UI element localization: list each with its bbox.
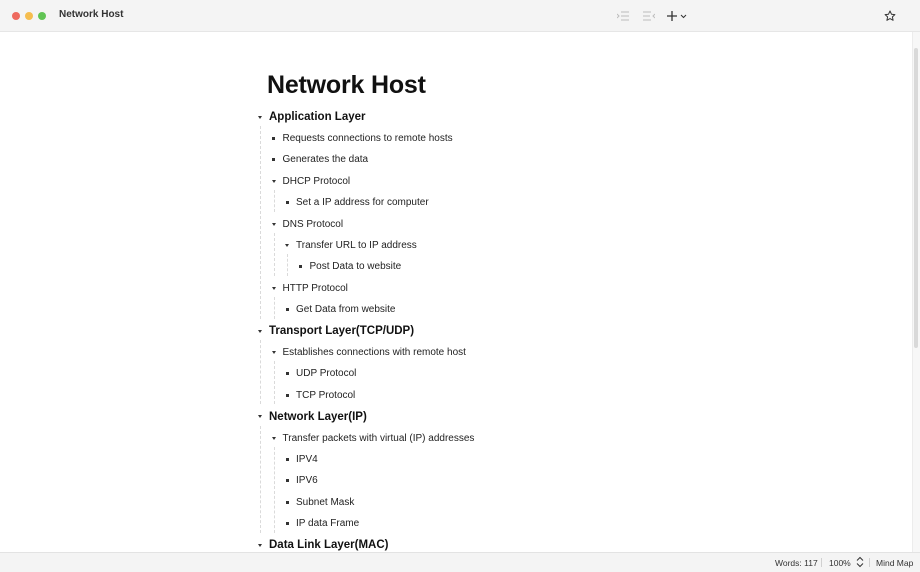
outline-item[interactable]: Transfer packets with virtual (IP) addre… [269,429,475,447]
scrollbar-thumb[interactable] [914,48,918,348]
window-title: Network Host [59,9,124,20]
outline-item-text[interactable]: Set a IP address for computer [296,197,429,208]
outline-item-text[interactable]: HTTP Protocol [283,283,348,294]
bullet-icon [282,198,292,208]
zoom-stepper-icon[interactable] [856,556,864,570]
outline-item[interactable]: HTTP Protocol [269,279,348,297]
indent-guide [273,233,275,276]
outline-item-text[interactable]: IPV4 [296,454,318,465]
indent-guide [260,340,261,405]
collapse-toggle-icon[interactable] [269,433,279,443]
maximize-window-button[interactable] [38,12,46,20]
outline-item[interactable]: TCP Protocol [282,386,355,404]
outline-item-text[interactable]: Establishes connections with remote host [283,347,466,358]
outline-item-text[interactable]: Application Layer [269,111,366,123]
status-bar: Words: 117 100% Mind Map [0,552,920,572]
outline-item[interactable]: Generates the data [269,151,369,169]
indent-icon[interactable] [615,8,631,24]
outline-item[interactable]: UDP Protocol [282,365,356,383]
document-editor[interactable]: Network Host Application Layer Requests c… [0,32,912,552]
indent-guide [260,425,261,533]
collapse-toggle-icon[interactable] [255,412,265,422]
outline-item[interactable]: Post Data to website [296,258,402,276]
word-count: Words: 117 [775,558,818,568]
indent-guide [273,297,275,319]
outline-item-text[interactable]: Requests connections to remote hosts [283,133,453,144]
outline-item-text[interactable]: Data Link Layer(MAC) [269,539,389,551]
outline-heading[interactable]: Application Layer [255,108,366,126]
indent-guide [287,254,288,276]
outline-item[interactable]: Get Data from website [282,301,395,319]
outline-heading[interactable]: Transport Layer(TCP/UDP) [255,322,414,340]
outline-item-text[interactable]: Transport Layer(TCP/UDP) [269,325,414,337]
outline-item-text[interactable]: IPV6 [296,475,318,486]
outline-item-text[interactable]: TCP Protocol [296,390,355,401]
collapse-toggle-icon[interactable] [269,347,279,357]
collapse-toggle-icon[interactable] [282,240,292,250]
outline-item-text[interactable]: Get Data from website [296,304,395,315]
outline-item[interactable]: IPV6 [282,472,318,490]
outline-item[interactable]: Establishes connections with remote host [269,343,466,361]
bullet-icon [282,476,292,486]
collapse-toggle-icon[interactable] [269,219,279,229]
bullet-icon [282,519,292,529]
bullet-icon [269,133,279,143]
bullet-icon [282,454,292,464]
bullet-icon [296,262,306,272]
outline-item-text[interactable]: DHCP Protocol [283,176,351,187]
minimize-window-button[interactable] [25,12,33,20]
document-title[interactable]: Network Host [267,71,426,100]
outdent-icon[interactable] [641,8,657,24]
outline-item-text[interactable]: Post Data to website [310,261,402,272]
outline-heading[interactable]: Network Layer(IP) [255,408,367,426]
title-bar: Network Host [0,0,920,32]
collapse-toggle-icon[interactable] [255,540,265,550]
outline-item[interactable]: IP data Frame [282,515,359,533]
outline-item-text[interactable]: Transfer packets with virtual (IP) addre… [283,433,475,444]
bullet-icon [282,305,292,315]
bullet-icon [269,155,279,165]
bullet-icon [282,497,292,507]
add-button[interactable] [666,8,688,24]
chevron-down-icon [680,14,687,19]
outline-heading[interactable]: Data Link Layer(MAC) [255,536,389,552]
outline-item-text[interactable]: UDP Protocol [296,368,356,379]
bullet-icon [282,369,292,379]
collapse-toggle-icon[interactable] [255,326,265,336]
collapse-toggle-icon[interactable] [255,112,265,122]
outline-item-text[interactable]: DNS Protocol [283,219,344,230]
outline-item-text[interactable]: Generates the data [283,154,369,165]
mind-map-button[interactable]: Mind Map [876,558,913,568]
indent-guide [273,190,275,212]
indent-guide [273,361,275,405]
divider [869,558,870,567]
outline-item[interactable]: IPV4 [282,450,318,468]
zoom-level[interactable]: 100% [829,558,851,568]
outline-item[interactable]: Set a IP address for computer [282,194,429,212]
outline-item[interactable]: DHCP Protocol [269,172,351,190]
outline-item[interactable]: Transfer URL to IP address [282,236,417,254]
close-window-button[interactable] [12,12,20,20]
star-icon[interactable] [882,8,898,24]
collapse-toggle-icon[interactable] [269,176,279,186]
outline-item-text[interactable]: Transfer URL to IP address [296,240,417,251]
divider [821,558,822,567]
outline-item-text[interactable]: Subnet Mask [296,497,354,508]
bullet-icon [282,390,292,400]
collapse-toggle-icon[interactable] [269,283,279,293]
outline-item[interactable]: Requests connections to remote hosts [269,129,453,147]
outline-item-text[interactable]: Network Layer(IP) [269,411,367,423]
outline-item-text[interactable]: IP data Frame [296,518,359,529]
indent-guide [260,126,261,319]
outline-item[interactable]: DNS Protocol [269,215,344,233]
outline-item[interactable]: Subnet Mask [282,493,354,511]
indent-guide [273,447,275,533]
